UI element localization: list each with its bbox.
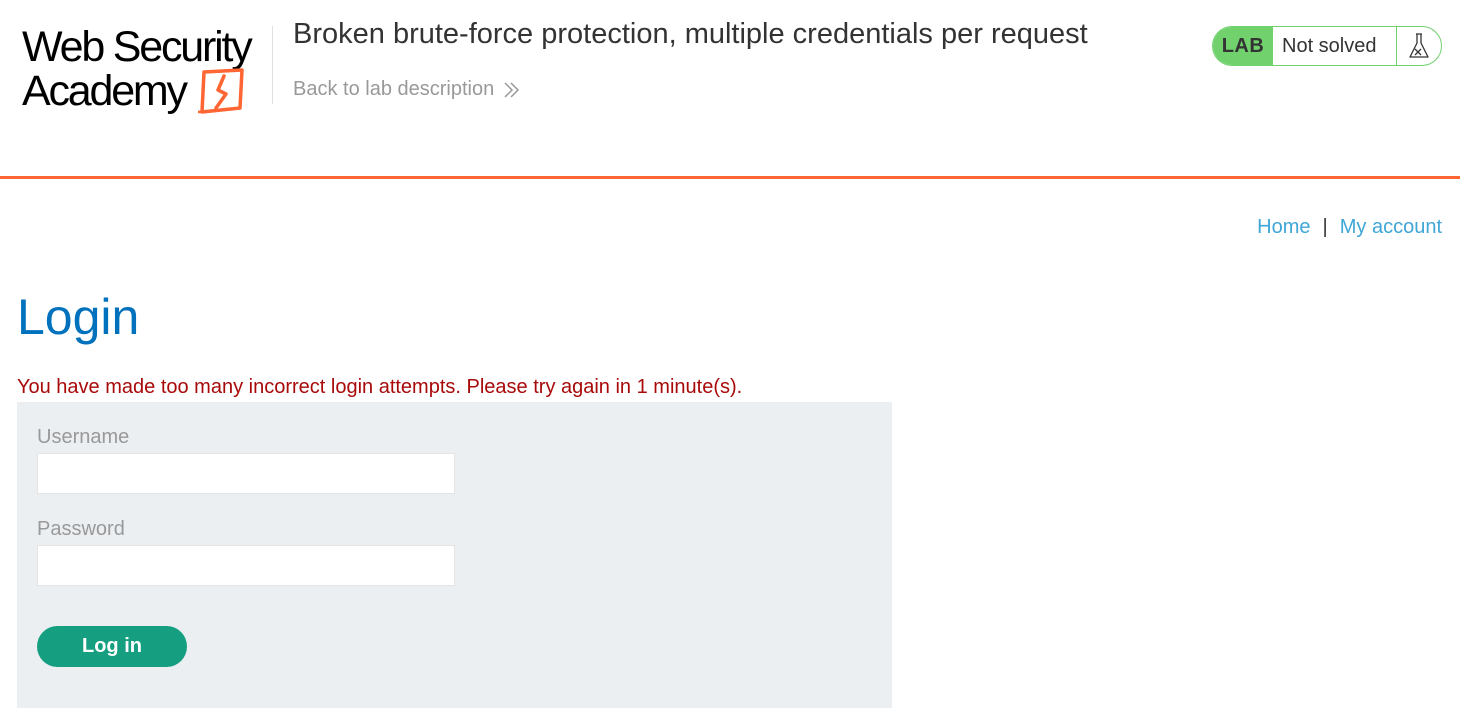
lab-flask-container: [1397, 27, 1441, 65]
top-nav: Home | My account: [1257, 216, 1442, 239]
login-error-message: You have made too many incorrect login a…: [17, 376, 743, 398]
username-label: Username: [37, 426, 130, 448]
login-form: Username Password Log in: [17, 402, 892, 708]
home-link[interactable]: Home: [1257, 216, 1310, 239]
logo-text-line2: Academy: [22, 67, 188, 115]
page-title: Login: [17, 289, 140, 345]
nav-separator: |: [1322, 216, 1328, 238]
password-input[interactable]: [37, 545, 455, 586]
lightning-box-icon: [198, 68, 244, 114]
lab-status-widget: LAB Not solved: [1212, 26, 1442, 66]
flask-icon: [1409, 33, 1429, 58]
header-divider: [272, 26, 273, 104]
back-to-lab-description-link[interactable]: Back to lab description: [293, 78, 520, 101]
site-header: Web Security Academy Broken brute-force …: [0, 0, 1460, 179]
double-chevron-right-icon: [504, 81, 520, 98]
my-account-link[interactable]: My account: [1340, 216, 1442, 239]
password-label: Password: [37, 518, 125, 540]
log-in-button[interactable]: Log in: [37, 626, 187, 667]
back-link-label: Back to lab description: [293, 78, 495, 100]
web-security-academy-logo[interactable]: Web Security Academy: [18, 24, 270, 116]
username-input[interactable]: [37, 453, 455, 494]
lab-title: Broken brute-force protection, multiple …: [293, 18, 1088, 50]
logo-text-line1: Web Security: [22, 23, 253, 71]
lab-badge: LAB: [1213, 27, 1273, 65]
lab-state-text: Not solved: [1273, 27, 1397, 65]
